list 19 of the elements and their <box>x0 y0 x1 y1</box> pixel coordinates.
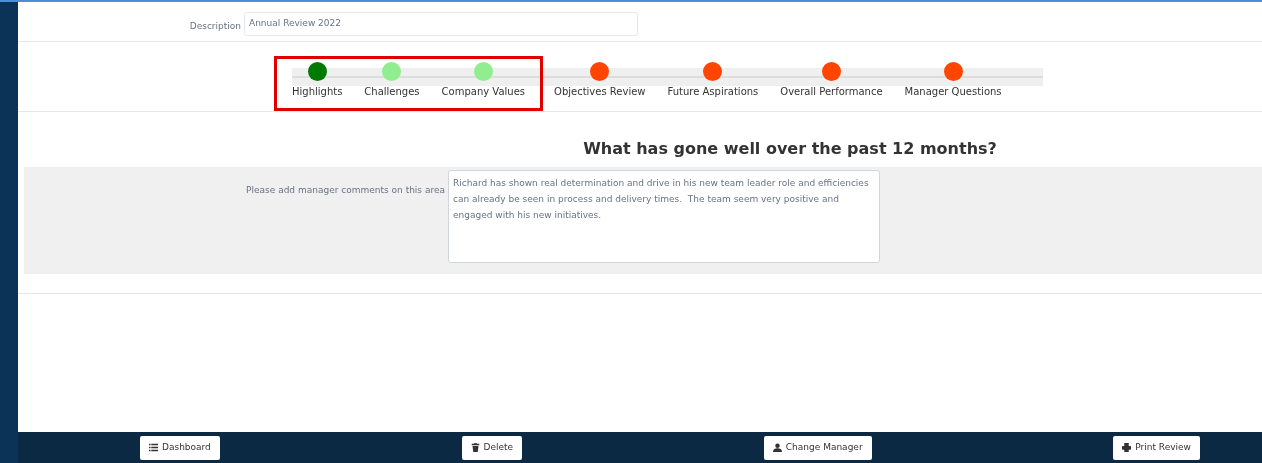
comments-field[interactable]: Richard has shown real determination and drive in his new team leader role and efficiencies can already be seen in process and delivery times. The team seem very positive and engaged with his new initiatives. <box>448 170 880 263</box>
step-label[interactable]: Highlights <box>292 84 343 99</box>
field-label: Please add manager comments on this area <box>246 185 445 195</box>
footer-button[interactable]: Print Review <box>1113 435 1200 460</box>
step-label[interactable]: Overall Performance <box>780 84 883 99</box>
description-field[interactable]: Annual Review 2022 <box>244 11 638 36</box>
footer-button[interactable]: Dashboard <box>140 435 220 460</box>
list-icon <box>149 443 158 452</box>
footer-button[interactable]: Change Manager <box>763 435 872 460</box>
step-label[interactable]: Company Values <box>441 84 525 99</box>
trash-icon <box>470 443 480 452</box>
step-label[interactable]: Future Aspirations <box>667 84 759 99</box>
footer-button[interactable]: Delete <box>461 435 523 460</box>
question-heading: What has gone well over the past 12 months? <box>583 138 997 160</box>
step-label[interactable]: Challenges <box>364 84 420 99</box>
field-label: Description <box>189 20 241 31</box>
step-label[interactable]: Manager Questions <box>904 84 1002 99</box>
person-icon <box>772 443 782 452</box>
step-label[interactable]: Objectives Review <box>554 84 646 99</box>
